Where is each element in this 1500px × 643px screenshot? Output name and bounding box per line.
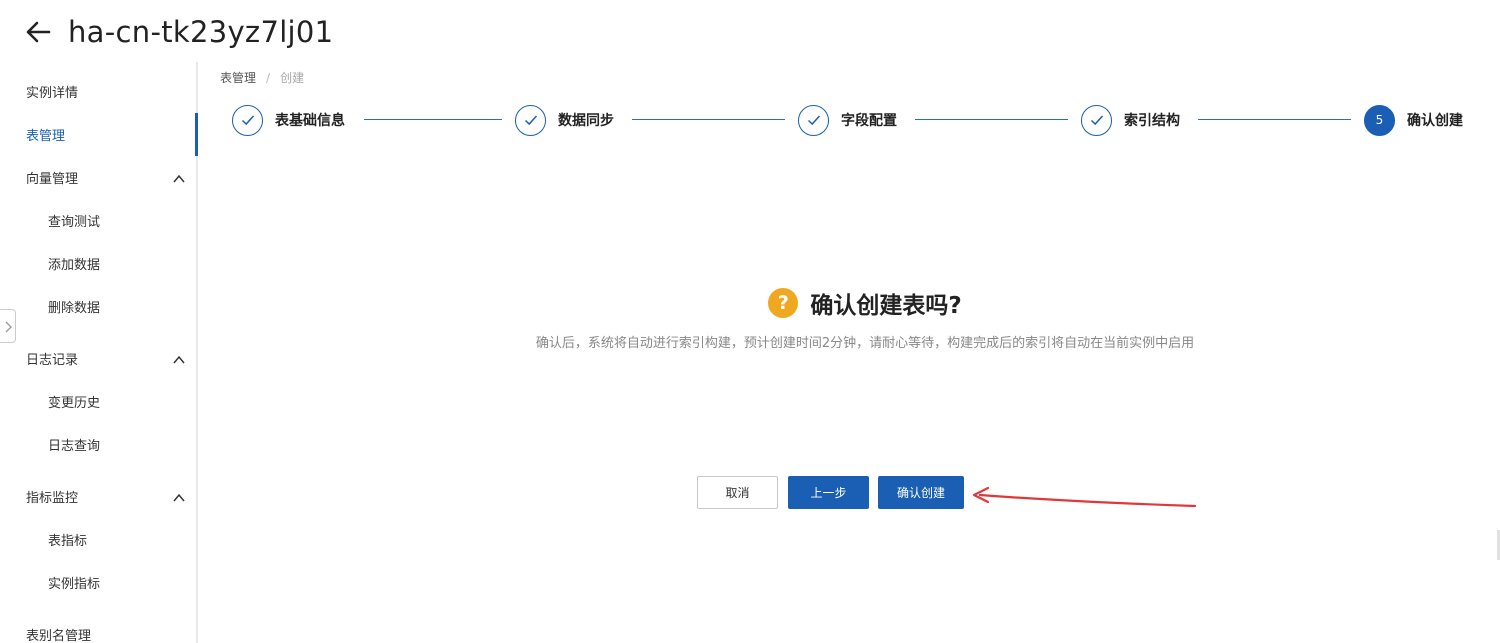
previous-step-button[interactable]: 上一步 bbox=[788, 476, 869, 509]
step-label: 表基础信息 bbox=[275, 113, 345, 129]
breadcrumb: 表管理 / 创建 bbox=[220, 70, 304, 86]
question-icon: ? bbox=[768, 288, 799, 318]
confirm-heading: ? 确认创建表吗? bbox=[0, 286, 1500, 320]
check-icon bbox=[1081, 104, 1112, 136]
step-table-basic-info: 表基础信息 bbox=[232, 104, 345, 136]
sidebar-item-table-metrics[interactable]: 表指标 bbox=[48, 522, 188, 562]
step-connector bbox=[1198, 119, 1351, 120]
breadcrumb-separator: / bbox=[266, 71, 271, 85]
chevron-up-icon[interactable] bbox=[172, 491, 186, 505]
step-connector bbox=[632, 119, 785, 120]
step-connector bbox=[364, 119, 502, 120]
check-icon bbox=[232, 104, 263, 136]
step-label: 确认创建 bbox=[1407, 113, 1463, 129]
sidebar-item-change-history[interactable]: 变更历史 bbox=[48, 384, 188, 424]
header: ha-cn-tk23yz7lj01 bbox=[0, 0, 1500, 62]
chevron-up-icon[interactable] bbox=[172, 353, 186, 367]
sidebar-item-instance-metrics[interactable]: 实例指标 bbox=[48, 565, 188, 605]
active-indicator bbox=[195, 113, 198, 156]
step-field-config: 字段配置 bbox=[798, 104, 897, 136]
chevron-up-icon[interactable] bbox=[172, 172, 186, 186]
check-icon bbox=[515, 104, 546, 136]
confirm-description: 确认后，系统将自动进行索引构建，预计创建时间2分钟，请耐心等待，构建完成后的索引… bbox=[535, 336, 1195, 351]
sidebar-item-metrics-monitoring[interactable]: 指标监控 bbox=[26, 479, 196, 519]
confirm-create-button[interactable]: 确认创建 bbox=[878, 476, 964, 509]
back-arrow-icon[interactable] bbox=[24, 18, 52, 46]
page-title: ha-cn-tk23yz7lj01 bbox=[68, 15, 334, 49]
breadcrumb-parent[interactable]: 表管理 bbox=[220, 71, 256, 85]
sidebar-item-vector-management[interactable]: 向量管理 bbox=[26, 160, 196, 200]
step-label: 数据同步 bbox=[558, 113, 614, 129]
check-icon bbox=[798, 104, 829, 136]
sidebar-item-instance-details[interactable]: 实例详情 bbox=[26, 74, 196, 114]
sidebar-item-table-management[interactable]: 表管理 bbox=[26, 117, 196, 157]
confirm-title: 确认创建表吗? bbox=[810, 293, 962, 319]
annotation-arrow bbox=[972, 486, 1197, 508]
step-index-structure: 索引结构 bbox=[1081, 104, 1180, 136]
step-connector bbox=[915, 119, 1068, 120]
sidebar-item-add-data[interactable]: 添加数据 bbox=[48, 246, 188, 286]
sidebar-item-log-query[interactable]: 日志查询 bbox=[48, 427, 188, 467]
step-data-sync: 数据同步 bbox=[515, 104, 614, 136]
step-confirm-create: 5 确认创建 bbox=[1364, 104, 1463, 136]
breadcrumb-current: 创建 bbox=[280, 71, 305, 85]
step-label: 索引结构 bbox=[1124, 113, 1180, 129]
sidebar: 实例详情 表管理 向量管理 查询测试 添加数据 删除数据 日志记录 变更历史 日… bbox=[0, 62, 198, 643]
cancel-button[interactable]: 取消 bbox=[697, 476, 778, 509]
sidebar-item-query-test[interactable]: 查询测试 bbox=[48, 203, 188, 243]
step-label: 字段配置 bbox=[841, 113, 897, 129]
sidebar-item-table-alias-management[interactable]: 表别名管理 bbox=[26, 617, 196, 643]
step-number: 5 bbox=[1364, 104, 1395, 136]
